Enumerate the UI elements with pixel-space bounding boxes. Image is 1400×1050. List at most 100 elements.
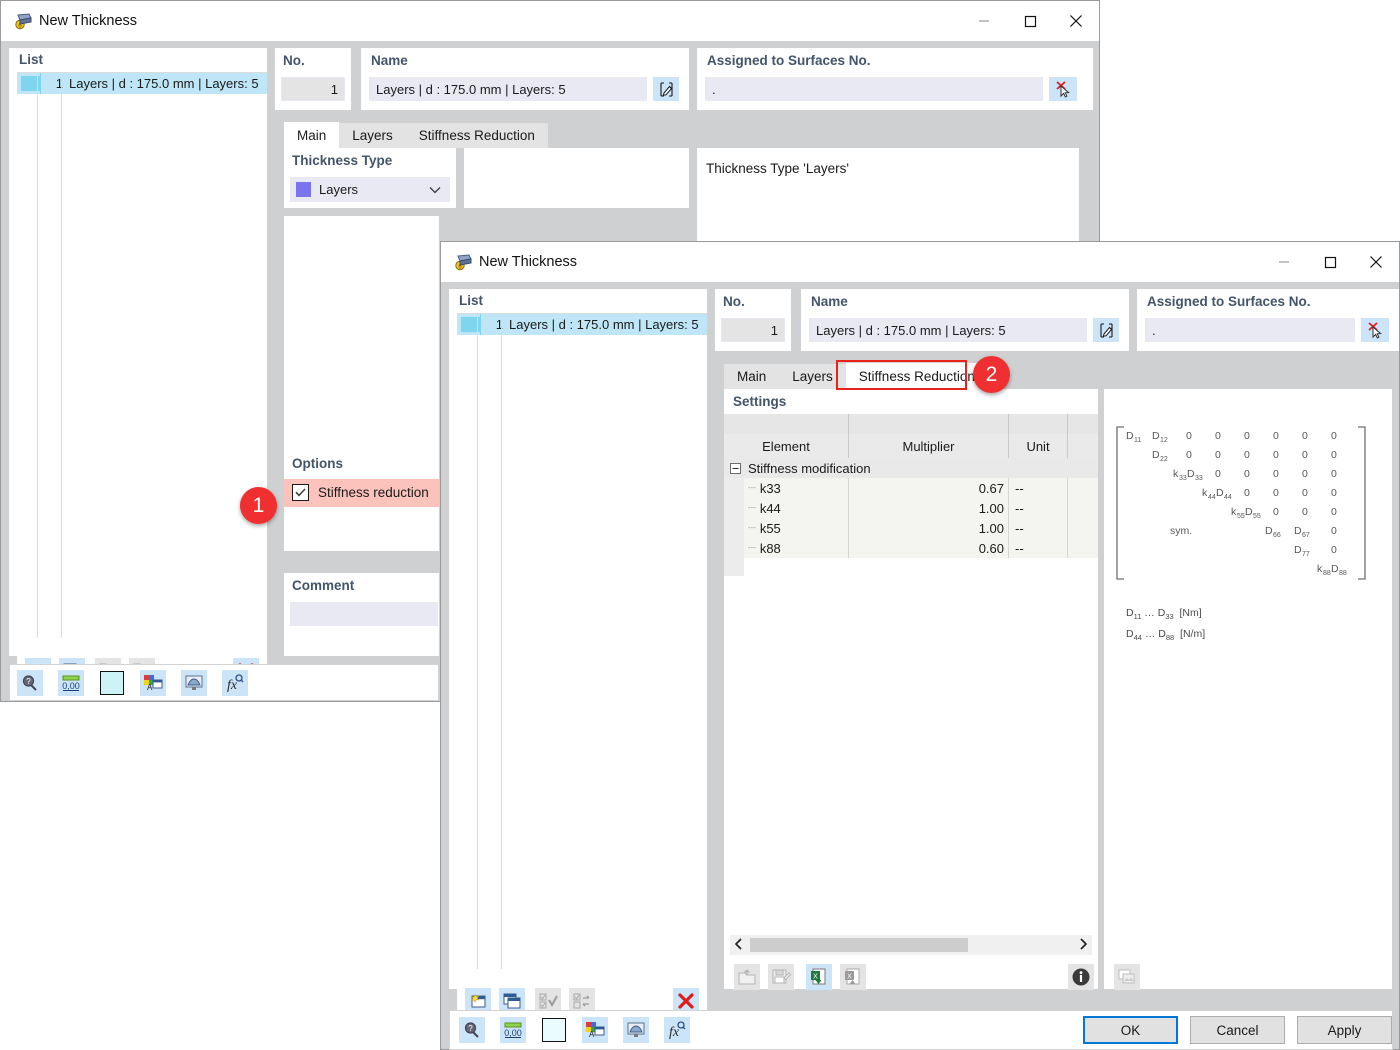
svg-text:0: 0 [1302,487,1308,499]
pick-surface-icon[interactable] [1049,77,1077,101]
row-multiplier[interactable]: 1.00 [979,501,1004,516]
search-magnifier-icon[interactable]: ? [459,1017,485,1043]
table-row[interactable]: ┄ k33 0.67 -- [724,478,1098,498]
svg-text:0: 0 [1331,449,1337,461]
no-field-front[interactable]: 1 [721,318,785,342]
table-row[interactable]: ┄ k44 1.00 -- [724,498,1098,518]
apply-button-label: Apply [1327,1022,1362,1038]
svg-text:0: 0 [1331,506,1337,518]
display-properties-icon[interactable]: A [582,1017,608,1043]
column-header-multiplier[interactable]: Multiplier [849,434,1009,458]
svg-text:sym.: sym. [1170,525,1192,537]
color-swatch-icon[interactable] [99,670,125,696]
window-title-front: New Thickness [479,254,578,270]
stiffness-reduction-tab-highlight [836,360,967,390]
minimize-icon[interactable] [961,1,1007,41]
row-multiplier[interactable]: 0.60 [979,541,1004,556]
table-row[interactable]: ┄ k88 0.60 -- [724,538,1098,558]
close-icon[interactable] [1353,242,1399,282]
minimize-icon[interactable] [1261,242,1307,282]
svg-text:0: 0 [1331,468,1337,480]
list-item[interactable]: 1 Layers | d : 175.0 mm | Layers: 5 [17,73,267,94]
table-row-group[interactable]: Stiffness modification [724,458,1098,478]
settings-hscrollbar[interactable] [730,935,1092,955]
svg-text:D: D [1245,506,1253,518]
comment-input-back[interactable] [290,602,438,626]
maximize-icon[interactable] [1307,242,1353,282]
stiffness-matrix: D 11 D 12 000 000 D 22 000 000 k 33 D 33 00 00… [1114,421,1382,586]
options-panel-back: Options Stiffness reduction [284,451,439,551]
checkbox-box[interactable] [292,484,309,501]
apply-button[interactable]: Apply [1297,1016,1392,1044]
tab-main[interactable]: Main [284,122,340,148]
titlebar-back[interactable]: 6 New Thickness [1,1,1099,41]
excel-export-icon[interactable]: X [806,964,832,990]
edit-pencil-icon[interactable] [653,77,679,101]
row-element: k88 [759,540,781,556]
list-item-number: 1 [495,317,503,332]
assigned-title-front: Assigned to Surfaces No. [1147,294,1311,309]
list-box-back[interactable]: 1 Layers | d : 175.0 mm | Layers: 5 [17,72,267,638]
row-unit: -- [1015,500,1024,516]
svg-text:0: 0 [1331,525,1337,537]
ok-button[interactable]: OK [1083,1016,1179,1044]
svg-text:0: 0 [1331,430,1337,442]
svg-text:D: D [1331,563,1339,575]
svg-text:77: 77 [1302,551,1310,558]
scroll-thumb[interactable] [750,938,968,952]
row-unit: -- [1015,520,1024,536]
formula-fx-icon[interactable]: fx [664,1017,690,1043]
svg-text:0: 0 [1331,487,1337,499]
table-row[interactable]: ┄ k55 1.00 -- [724,518,1098,538]
row-multiplier[interactable]: 1.00 [979,521,1004,536]
window-controls-front [1261,242,1399,282]
chevron-right-icon[interactable] [1078,937,1088,953]
no-field-back[interactable]: 1 [281,77,345,101]
assigned-input-back[interactable]: . [705,77,1043,101]
chevron-down-icon[interactable] [429,182,441,197]
units-00-icon[interactable]: 0,00 [58,669,84,696]
stiffness-reduction-checkbox[interactable]: Stiffness reduction [292,484,429,501]
display-properties-icon[interactable]: A [140,669,166,696]
render-view-icon[interactable] [623,1017,649,1043]
edit-pencil-icon[interactable] [1093,318,1119,342]
list-item-label: Layers | d : 175.0 mm | Layers: 5 [69,76,259,91]
svg-text:0: 0 [1215,449,1221,461]
maximize-icon[interactable] [1007,1,1053,41]
thickness-type-combobox[interactable]: Layers [290,177,450,202]
chevron-left-icon[interactable] [734,937,744,953]
pick-surface-icon[interactable] [1361,318,1389,342]
svg-text:0: 0 [1273,430,1279,442]
row-multiplier[interactable]: 0.67 [979,481,1004,496]
tabs-back[interactable]: Main Layers Stiffness Reduction [284,122,548,148]
collapse-minus-icon[interactable] [730,462,741,474]
tab-main[interactable]: Main [724,364,780,389]
units-00-icon[interactable]: 0,00 [500,1017,526,1043]
info-circle-icon[interactable] [1068,964,1094,990]
settings-table-spacer-row [724,414,1098,434]
svg-text:A: A [589,1030,595,1039]
column-header-element[interactable]: Element [724,434,849,458]
search-magnifier-icon[interactable]: ? [17,669,43,696]
assigned-input-front[interactable]: . [1145,318,1355,342]
column-header-unit[interactable]: Unit [1009,434,1068,458]
matrix-legend-1: D11 … D33 [Nm] [1126,607,1202,622]
formula-fx-icon[interactable]: fx [222,669,248,696]
color-swatch-icon[interactable] [541,1017,567,1043]
settings-panel: Settings Element Multiplier Unit Stiffne… [724,389,1098,990]
list-box-front[interactable]: 1 Layers | d : 175.0 mm | Layers: 5 [457,313,707,969]
svg-text:0: 0 [1215,468,1221,480]
list-item[interactable]: 1 Layers | d : 175.0 mm | Layers: 5 [457,314,707,335]
render-view-icon[interactable] [181,669,207,696]
tab-stiffness-reduction[interactable]: Stiffness Reduction [405,123,548,148]
bottom-toolbar-back: ? 0,00 A fx [9,664,439,701]
list-item-label: Layers | d : 175.0 mm | Layers: 5 [509,317,699,332]
svg-text:88: 88 [1339,570,1347,577]
svg-text:67: 67 [1302,532,1310,539]
name-input-back[interactable]: Layers | d : 175.0 mm | Layers: 5 [369,77,647,101]
tab-layers[interactable]: Layers [339,123,406,148]
close-icon[interactable] [1053,1,1099,41]
titlebar-front[interactable]: 6 New Thickness [441,242,1399,282]
cancel-button[interactable]: Cancel [1190,1016,1286,1044]
name-input-front[interactable]: Layers | d : 175.0 mm | Layers: 5 [809,318,1087,342]
